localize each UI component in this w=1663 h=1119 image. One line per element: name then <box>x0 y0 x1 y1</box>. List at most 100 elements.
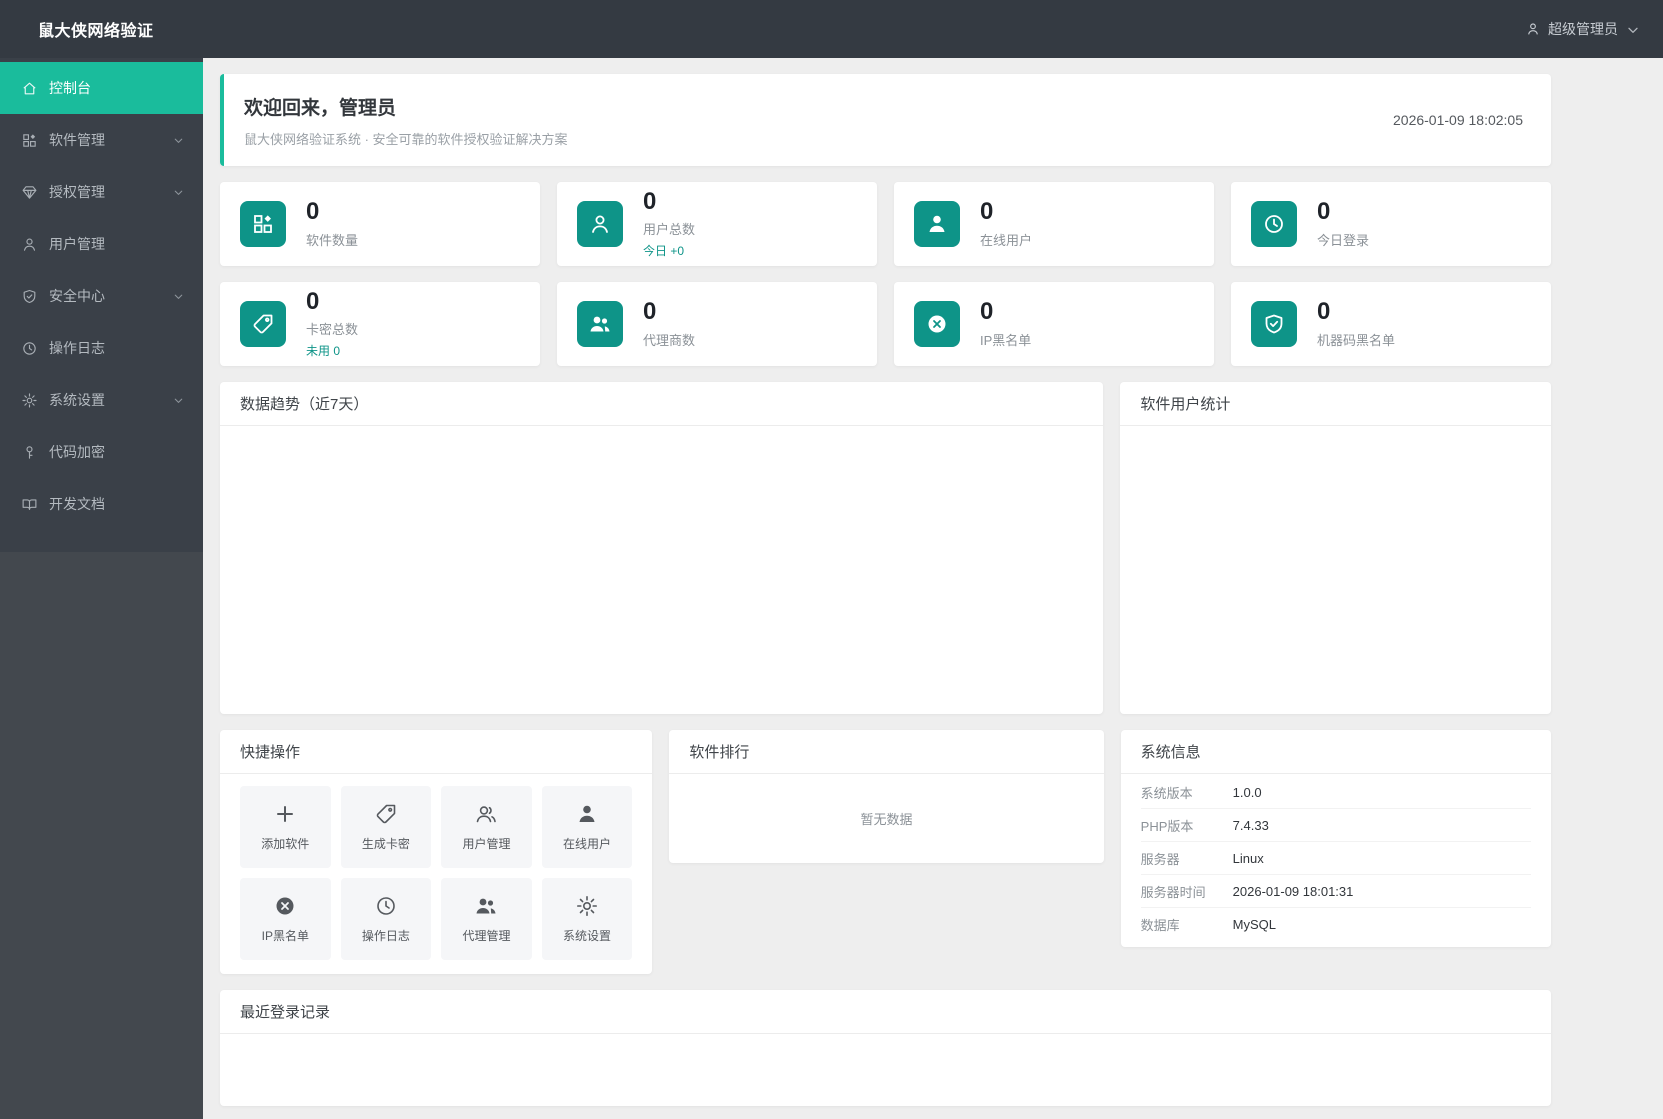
quick-action-ip-blacklist[interactable]: IP黑名单 <box>240 878 331 960</box>
quick-action-agent-management[interactable]: 代理管理 <box>441 878 532 960</box>
stat-value: 0 <box>1317 198 1331 226</box>
chevron-down-icon <box>172 394 185 407</box>
sidebar-item-label: 安全中心 <box>49 288 105 304</box>
stat-label: 用户总数 <box>643 222 696 238</box>
bottom-row: 快捷操作 添加软件 生成卡密 用户管理 在线用户 IP黑名单 操作日志 代理管理… <box>220 730 1551 974</box>
sidebar-item-label: 用户管理 <box>49 236 105 252</box>
gear-icon <box>575 894 599 918</box>
system-info-value: Linux <box>1232 850 1264 866</box>
stat-card-online-users: 0 在线用户 <box>894 182 1214 266</box>
clock-icon <box>1251 201 1297 247</box>
user-icon <box>21 236 38 253</box>
stat-sub-label: 未用 0 <box>306 344 341 359</box>
quick-action-label: 添加软件 <box>261 837 310 851</box>
clock-icon <box>21 340 38 357</box>
system-info-row: 服务器时间 2026-01-09 18:01:31 <box>1140 875 1531 908</box>
system-info-value: 2026-01-09 18:01:31 <box>1232 883 1354 899</box>
quick-action-label: 生成卡密 <box>361 837 410 851</box>
shield-check-icon <box>21 288 38 305</box>
sidebar-item-label: 授权管理 <box>49 184 105 200</box>
recent-logins-title: 最近登录记录 <box>220 990 1551 1034</box>
user-stats-chart-area <box>1120 426 1551 714</box>
sidebar-item-label: 软件管理 <box>49 132 105 148</box>
stat-value: 0 <box>643 187 657 215</box>
quick-action-label: 操作日志 <box>361 929 410 943</box>
stat-card-machine-blacklist: 0 机器码黑名单 <box>1231 282 1551 366</box>
sidebar-item-encryption[interactable]: 代码加密 <box>0 426 203 478</box>
quick-action-add-software[interactable]: 添加软件 <box>240 786 331 868</box>
sidebar: 控制台 软件管理 授权管理 用户管理 安全中心 操作日志 系统设置 代码加密 开… <box>0 58 203 1119</box>
sidebar-item-label: 操作日志 <box>49 340 105 356</box>
quick-action-generate-keys[interactable]: 生成卡密 <box>340 786 432 868</box>
user-stats-chart-title: 软件用户统计 <box>1120 382 1551 426</box>
user-name: 超级管理员 <box>1548 21 1618 37</box>
sidebar-item-label: 代码加密 <box>49 444 105 460</box>
main-content: 欢迎回来，管理员 鼠大侠网络验证系统 · 安全可靠的软件授权验证解决方案 202… <box>203 58 1663 1119</box>
quick-action-system-settings[interactable]: 系统设置 <box>541 878 633 960</box>
stat-card-today-logins: 0 今日登录 <box>1231 182 1551 266</box>
charts-row: 数据趋势（近7天） 软件用户统计 <box>220 382 1551 714</box>
software-ranking-title: 软件排行 <box>669 730 1104 774</box>
apps-icon <box>21 132 38 149</box>
ban-icon <box>273 894 297 918</box>
welcome-card: 欢迎回来，管理员 鼠大侠网络验证系统 · 安全可靠的软件授权验证解决方案 202… <box>220 74 1551 166</box>
tag-icon <box>374 802 398 826</box>
stat-value: 0 <box>980 198 994 226</box>
book-icon <box>21 496 38 513</box>
tag-icon <box>240 301 286 347</box>
quick-action-label: IP黑名单 <box>261 929 309 943</box>
quick-action-online-users[interactable]: 在线用户 <box>541 786 633 868</box>
system-info-row: PHP版本 7.4.33 <box>1140 809 1531 842</box>
shield-check-icon <box>1251 301 1297 347</box>
quick-action-user-management[interactable]: 用户管理 <box>441 786 532 868</box>
quick-actions-panel: 快捷操作 添加软件 生成卡密 用户管理 在线用户 IP黑名单 操作日志 代理管理… <box>220 730 653 974</box>
sidebar-item-logs[interactable]: 操作日志 <box>0 322 203 374</box>
top-header: 鼠大侠网络验证 超级管理员 <box>0 0 1663 58</box>
recent-logins-panel: 最近登录记录 <box>220 990 1551 1106</box>
sidebar-item-authorization[interactable]: 授权管理 <box>0 166 203 218</box>
quick-actions-grid: 添加软件 生成卡密 用户管理 在线用户 IP黑名单 操作日志 代理管理 系统设置 <box>220 774 652 974</box>
quick-action-operation-logs[interactable]: 操作日志 <box>340 878 432 960</box>
user-menu[interactable]: 超级管理员 <box>1525 19 1639 39</box>
sidebar-item-security[interactable]: 安全中心 <box>0 270 203 322</box>
quick-action-label: 系统设置 <box>563 929 612 943</box>
welcome-title: 欢迎回来，管理员 <box>244 97 397 119</box>
key-icon <box>21 444 38 461</box>
sidebar-item-software[interactable]: 软件管理 <box>0 114 203 166</box>
chevron-down-icon <box>172 290 185 303</box>
quick-action-label: 用户管理 <box>462 837 511 851</box>
recent-logins-body <box>220 1034 1551 1106</box>
stat-label: 软件数量 <box>306 232 359 248</box>
sidebar-item-label: 系统设置 <box>49 392 105 408</box>
home-icon <box>21 80 38 97</box>
quick-actions-title: 快捷操作 <box>220 730 653 774</box>
stats-row-2: 0 卡密总数 未用 0 0 代理商数 0 IP黑名单 0 机器码黑名单 <box>220 282 1551 366</box>
system-info-title: 系统信息 <box>1120 730 1551 774</box>
stat-value: 0 <box>980 298 994 326</box>
system-info-row: 系统版本 1.0.0 <box>1140 776 1531 809</box>
gear-icon <box>21 392 38 409</box>
sidebar-item-users[interactable]: 用户管理 <box>0 218 203 270</box>
system-info-label: PHP版本 <box>1140 818 1194 834</box>
stat-card-card-keys: 0 卡密总数 未用 0 <box>220 282 540 366</box>
clock-icon <box>374 894 398 918</box>
plus-icon <box>273 802 297 826</box>
system-info-row: 服务器 Linux <box>1140 842 1531 875</box>
stat-label: 代理商数 <box>643 332 696 348</box>
sidebar-item-dashboard[interactable]: 控制台 <box>0 62 203 114</box>
system-info-value: MySQL <box>1232 917 1276 932</box>
stat-label: 机器码黑名单 <box>1317 332 1396 348</box>
sidebar-item-settings[interactable]: 系统设置 <box>0 374 203 426</box>
chevron-down-icon <box>172 186 185 199</box>
person-icon <box>1525 21 1541 37</box>
software-ranking-panel: 软件排行 暂无数据 <box>669 730 1104 863</box>
quick-action-label: 在线用户 <box>563 837 612 851</box>
stat-card-ip-blacklist: 0 IP黑名单 <box>894 282 1214 366</box>
user-stats-chart-panel: 软件用户统计 <box>1120 382 1551 714</box>
software-ranking-body: 暂无数据 <box>669 774 1103 863</box>
stat-value: 0 <box>1317 298 1331 326</box>
stat-label: 今日登录 <box>1317 232 1370 248</box>
ban-icon <box>914 301 960 347</box>
stat-card-agents: 0 代理商数 <box>557 282 877 366</box>
sidebar-item-docs[interactable]: 开发文档 <box>0 478 203 530</box>
